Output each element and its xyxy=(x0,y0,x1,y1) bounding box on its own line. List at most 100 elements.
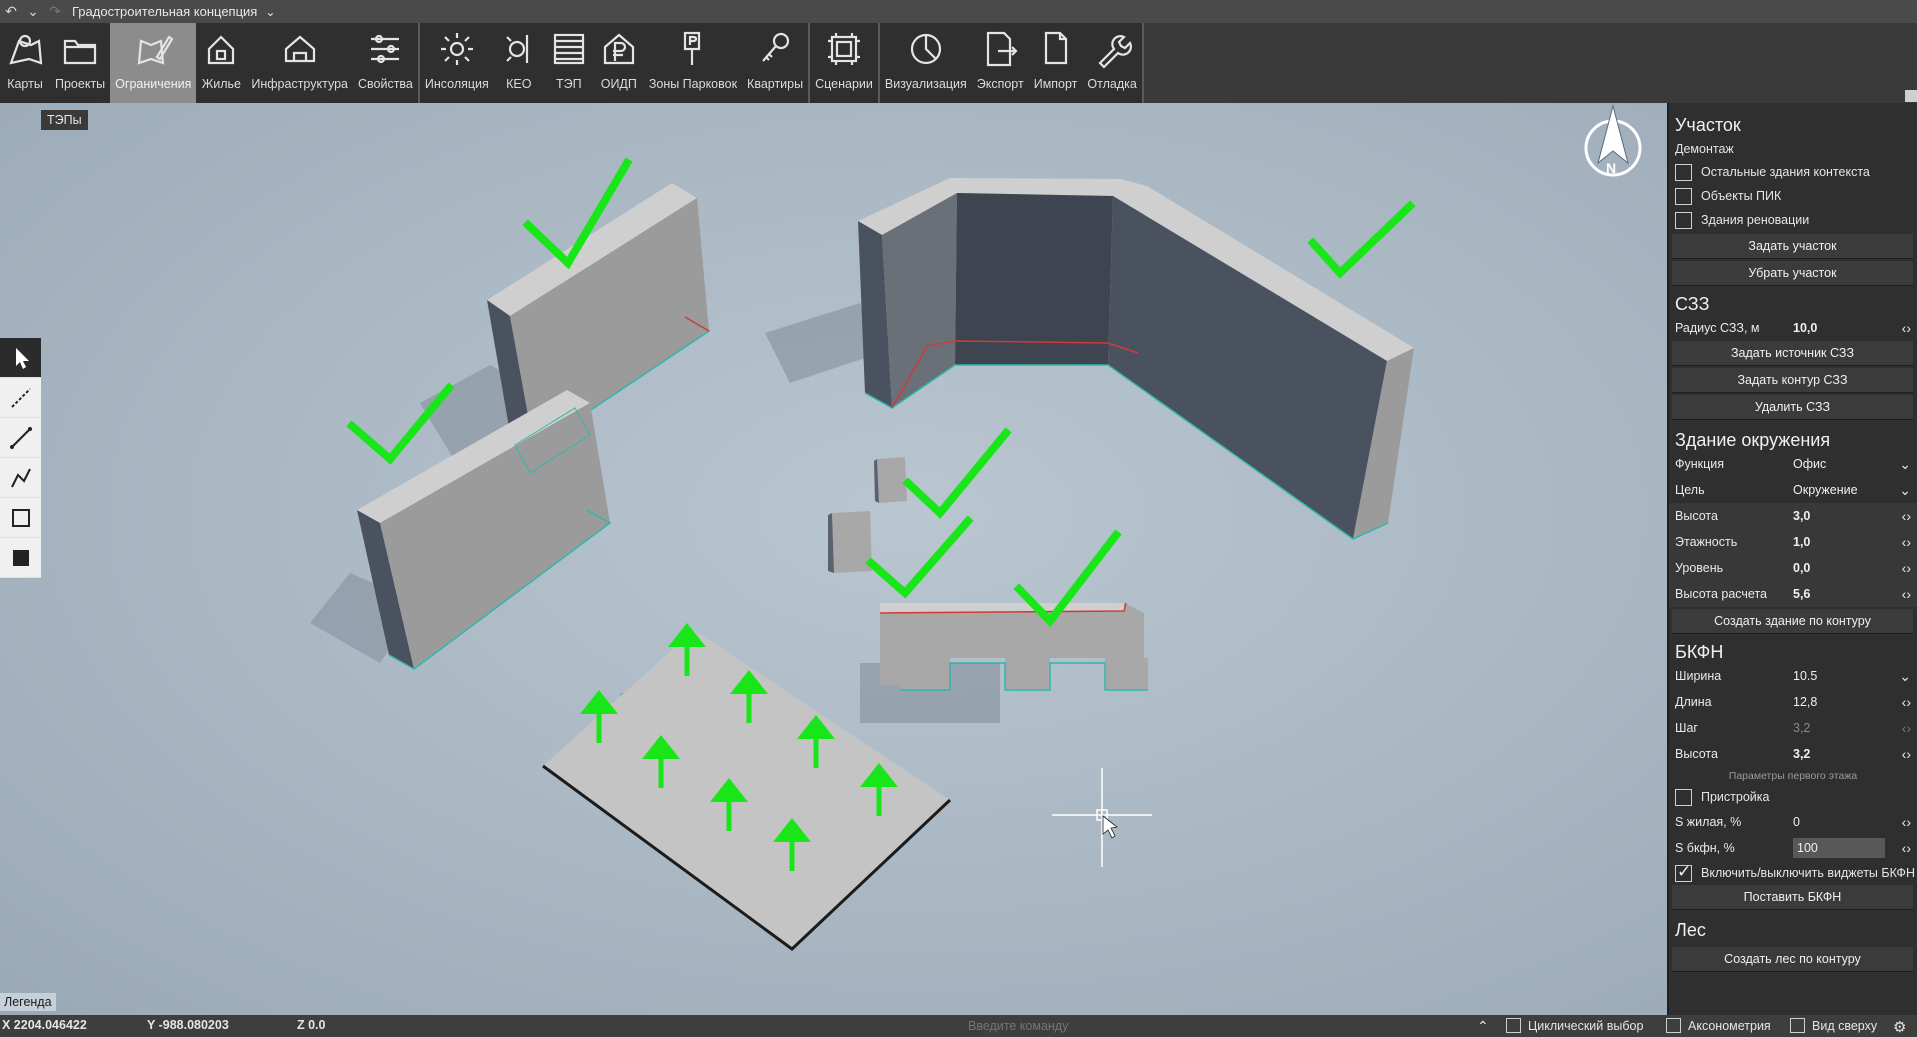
create-forest-button[interactable]: Создать лес по контуру xyxy=(1672,947,1913,972)
widgets-toggle-checkbox[interactable] xyxy=(1675,862,1692,882)
undo-icon[interactable]: ↶ xyxy=(0,0,22,23)
toolbar-scenario-button[interactable]: Сценарии xyxy=(810,23,878,103)
env-height-value[interactable]: 3,0 xyxy=(1793,509,1889,523)
szz-radius-stepper-icon[interactable]: ‹› xyxy=(1889,320,1911,336)
s-bkfn-stepper-icon[interactable]: ‹› xyxy=(1889,840,1911,856)
goal-select-value[interactable]: Окружение xyxy=(1793,483,1893,497)
top-view-toggle[interactable]: Вид сверху xyxy=(1790,1018,1877,1033)
calc-height-value[interactable]: 5,6 xyxy=(1793,587,1889,601)
set-szz-contour-button[interactable]: Задать контур СЗЗ xyxy=(1672,368,1913,393)
toolbar-button-label: Экспорт xyxy=(976,77,1024,91)
toolbar-folder-button[interactable]: Проекты xyxy=(50,23,110,103)
context-buildings-checkbox-row[interactable]: Остальные здания контекста xyxy=(1669,160,1917,184)
redo-icon[interactable]: ↷ xyxy=(44,0,66,23)
command-input[interactable] xyxy=(968,1017,1468,1035)
delete-szz-button[interactable]: Удалить СЗЗ xyxy=(1672,395,1913,420)
bkfn-length-stepper-icon[interactable]: ‹› xyxy=(1889,694,1911,710)
s-bkfn-value[interactable]: 100 xyxy=(1793,838,1885,858)
toolbar-import-button[interactable]: Импорт xyxy=(1029,23,1083,103)
function-label: Функция xyxy=(1675,457,1725,471)
bkfn-height-stepper-icon[interactable]: ‹› xyxy=(1889,746,1911,762)
toolbar-button-label: Импорт xyxy=(1033,77,1078,91)
szz-radius-value[interactable]: 10,0 xyxy=(1793,321,1889,335)
renovation-checkbox-row[interactable]: Здания реновации xyxy=(1669,208,1917,232)
pik-objects-label: Объекты ПИК xyxy=(1701,189,1782,203)
level-stepper-icon[interactable]: ‹› xyxy=(1889,560,1911,576)
set-szz-source-button[interactable]: Задать источник СЗЗ xyxy=(1672,341,1913,366)
floors-stepper-icon[interactable]: ‹› xyxy=(1889,534,1911,550)
toolbar-sliders-button[interactable]: Свойства xyxy=(353,23,418,103)
place-bkfn-button[interactable]: Поставить БКФН xyxy=(1672,885,1913,910)
set-plot-button[interactable]: Задать участок xyxy=(1672,234,1913,259)
chevron-up-icon[interactable]: ⌃ xyxy=(1477,1018,1489,1035)
bkfn-width-value[interactable]: 10.5 xyxy=(1793,669,1893,683)
create-building-by-contour-button[interactable]: Создать здание по контуру xyxy=(1672,609,1913,634)
building-comb[interactable] xyxy=(879,602,1148,691)
rectangle-tool-button[interactable] xyxy=(0,498,41,538)
remove-plot-button[interactable]: Убрать участок xyxy=(1672,261,1913,286)
chevron-down-icon[interactable]: ⌄ xyxy=(22,0,44,23)
building-slab-a[interactable] xyxy=(487,183,711,449)
floors-row: Этажность 1,0 ‹› xyxy=(1669,529,1917,555)
line-tool-button[interactable] xyxy=(0,418,41,458)
goal-chevron-down-icon[interactable]: ⌄ xyxy=(1893,482,1911,499)
toolbar-house-button[interactable]: Жилье xyxy=(196,23,246,103)
s-living-stepper-icon[interactable]: ‹› xyxy=(1889,814,1911,830)
settings-gear-icon[interactable]: ⚙ xyxy=(1893,1018,1906,1036)
toolbar-building-button[interactable]: Инфраструктура xyxy=(246,23,353,103)
small-building-1[interactable] xyxy=(874,457,907,503)
function-select-value[interactable]: Офис xyxy=(1793,457,1893,471)
level-value[interactable]: 0,0 xyxy=(1793,561,1889,575)
toolbar-key-button[interactable]: Квартиры xyxy=(742,23,808,103)
toolbar-sun-button[interactable]: Инсоляция xyxy=(420,23,494,103)
function-row[interactable]: Функция Офис ⌄ xyxy=(1669,451,1917,477)
building-l-shaped[interactable] xyxy=(858,178,1414,540)
dashed-line-tool-button[interactable] xyxy=(0,378,41,418)
scrollbar-thumb[interactable] xyxy=(1905,90,1917,102)
goal-row[interactable]: Цель Окружение ⌄ xyxy=(1669,477,1917,503)
calc-height-stepper-icon[interactable]: ‹› xyxy=(1889,586,1911,602)
toolbar-wrench-button[interactable]: Отладка xyxy=(1082,23,1141,103)
env-height-stepper-icon[interactable]: ‹› xyxy=(1889,508,1911,524)
axonometry-checkbox[interactable] xyxy=(1666,1018,1681,1033)
bkfn-length-value[interactable]: 12,8 xyxy=(1793,695,1889,709)
top-view-checkbox[interactable] xyxy=(1790,1018,1805,1033)
polyline-tool-button[interactable] xyxy=(0,458,41,498)
legend-label[interactable]: Легенда xyxy=(0,993,56,1011)
first-floor-params-note: Параметры первого этажа xyxy=(1728,770,1858,782)
bkfn-width-chevron-down-icon[interactable]: ⌄ xyxy=(1893,668,1911,685)
toolbar-pie-button[interactable]: Визуализация xyxy=(880,23,972,103)
select-tool-button[interactable] xyxy=(0,338,41,378)
annex-checkbox-row[interactable]: Пристройка xyxy=(1669,785,1917,809)
compass-icon[interactable]: N xyxy=(1584,104,1642,177)
scene-canvas[interactable]: N xyxy=(0,103,1667,1015)
function-chevron-down-icon[interactable]: ⌄ xyxy=(1893,456,1911,473)
pik-objects-checkbox[interactable] xyxy=(1675,187,1692,205)
3d-viewport[interactable]: N ТЭПы Легенда xyxy=(0,103,1667,1015)
bkfn-width-row[interactable]: Ширина 10.5 ⌄ xyxy=(1669,663,1917,689)
toolbar-map-edit-button[interactable]: Ограничения xyxy=(110,23,197,103)
toolbar-map-pin-button[interactable]: Карты xyxy=(0,23,50,103)
pik-objects-checkbox-row[interactable]: Объекты ПИК xyxy=(1669,184,1917,208)
toolbar-button-label: Проекты xyxy=(55,77,106,91)
toolbar-ruble-house-button[interactable]: ОИДП xyxy=(594,23,644,103)
goal-label: Цель xyxy=(1675,483,1705,497)
toolbar-light-button[interactable]: КЕО xyxy=(494,23,544,103)
tep-label[interactable]: ТЭПы xyxy=(41,110,88,130)
context-buildings-checkbox[interactable] xyxy=(1675,163,1692,181)
cyclic-select-toggle[interactable]: Циклический выбор xyxy=(1506,1018,1643,1033)
toolbar-parking-button[interactable]: Зоны Парковок xyxy=(644,23,742,103)
renovation-checkbox[interactable] xyxy=(1675,211,1692,229)
bkfn-height-value[interactable]: 3,2 xyxy=(1793,747,1889,761)
floors-value[interactable]: 1,0 xyxy=(1793,535,1889,549)
widgets-toggle-row[interactable]: Включить/выключить виджеты БКФН xyxy=(1669,861,1917,885)
cyclic-select-checkbox[interactable] xyxy=(1506,1018,1521,1033)
toolbar-export-button[interactable]: Экспорт xyxy=(972,23,1029,103)
toolbar-table-button[interactable]: ТЭП xyxy=(544,23,594,103)
title-dropdown-icon[interactable]: ⌄ xyxy=(265,5,275,19)
s-living-value[interactable]: 0 xyxy=(1793,815,1889,829)
small-building-2[interactable] xyxy=(828,511,872,573)
axonometry-toggle[interactable]: Аксонометрия xyxy=(1666,1018,1771,1033)
annex-checkbox[interactable] xyxy=(1675,788,1692,806)
filled-area-tool-button[interactable] xyxy=(0,538,41,578)
